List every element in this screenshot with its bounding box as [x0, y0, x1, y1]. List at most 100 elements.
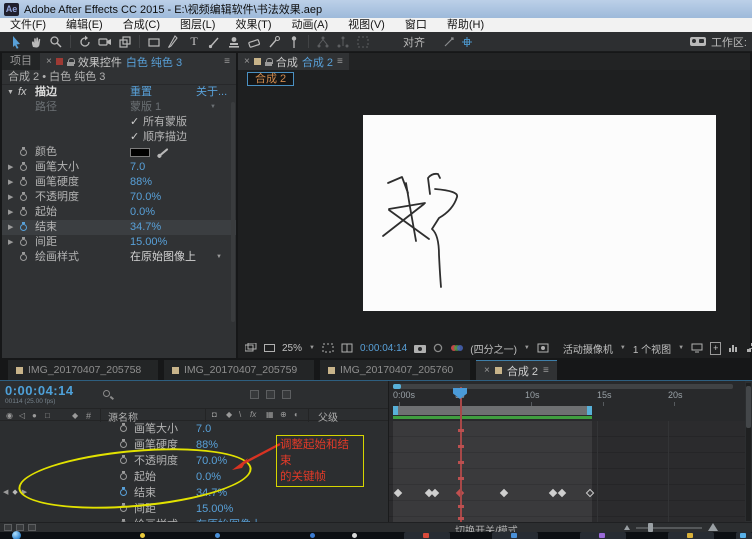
timeline-h-scrollbar[interactable] [393, 384, 733, 389]
snap-icons[interactable] [443, 36, 473, 48]
row-value[interactable]: 70.0% [196, 453, 227, 469]
property-value[interactable]: 7.0 [130, 160, 145, 175]
close-icon[interactable]: × [244, 56, 250, 67]
tab-project[interactable]: 项目 [2, 53, 40, 70]
property-value[interactable]: 0.0% [130, 205, 155, 220]
stopwatch-icon[interactable] [120, 439, 127, 448]
about-link[interactable]: 关于... [196, 85, 227, 100]
dropdown-arrow-icon[interactable]: ▼ [210, 100, 216, 115]
motion-blur-icon[interactable]: ▦ [266, 410, 274, 419]
dropdown-arrow-icon[interactable]: ▼ [678, 345, 684, 351]
quality-icon[interactable]: ◆ [226, 410, 232, 419]
lock-column-icon[interactable]: □ [45, 411, 50, 420]
stopwatch-icon[interactable] [120, 455, 127, 464]
tab-effect-controls[interactable]: × 效果控件 白色 纯色 3 ≡ [40, 53, 236, 70]
property-value[interactable]: 15.00% [130, 235, 167, 250]
stopwatch-icon[interactable] [20, 207, 27, 216]
property-row-start[interactable]: ▶ 起始 0.0% [2, 205, 236, 220]
fast-preview-icon[interactable] [537, 343, 549, 353]
expand-layer-switches-icon[interactable] [4, 524, 12, 531]
menu-layer[interactable]: 图层(L) [170, 18, 225, 32]
expand-in-out-icon[interactable] [28, 524, 36, 531]
histogram-icon[interactable] [728, 343, 740, 353]
property-row-all-masks[interactable]: ✓ 所有蒙版 [2, 115, 236, 130]
property-row-path[interactable]: 路径 蒙版 1 ▼ [2, 100, 236, 115]
taskbar-icon[interactable] [215, 533, 220, 538]
selection-tool-icon[interactable] [6, 34, 26, 50]
checkbox-checked-icon[interactable]: ✓ [130, 115, 139, 130]
zoom-in-mountain-icon[interactable] [708, 523, 718, 531]
reset-link[interactable]: 重置 [130, 85, 152, 100]
taskbar-icon[interactable] [310, 533, 315, 538]
audio-icon[interactable]: ◁ [19, 411, 25, 420]
property-row-stroke-sequentially[interactable]: ✓ 顺序描边 [2, 130, 236, 145]
property-row-spacing[interactable]: ▶ 间距 15.00% [2, 235, 236, 250]
stopwatch-icon[interactable] [20, 192, 27, 201]
property-value[interactable]: 34.7% [130, 220, 161, 235]
expand-arrow-icon[interactable]: ▶ [8, 190, 13, 205]
panel-menu-icon[interactable]: ≡ [224, 56, 230, 67]
search-icon[interactable] [103, 390, 110, 397]
taskbar-button[interactable] [580, 532, 626, 539]
keyframe-navigator[interactable]: ◀ ◆ ▶ [3, 485, 27, 501]
hand-tool-icon[interactable] [26, 34, 46, 50]
tab-footage-3[interactable]: IMG_20170407_205760 [320, 360, 470, 380]
property-row-brush-hardness[interactable]: ▶ 画笔硬度 88% [2, 175, 236, 190]
menu-animation[interactable]: 动画(A) [282, 18, 339, 32]
close-icon[interactable]: × [484, 365, 490, 376]
taskbar-button[interactable] [736, 532, 752, 539]
composition-mini-icon[interactable] [250, 390, 259, 399]
zoom-out-mountain-icon[interactable] [624, 525, 630, 530]
rotation-tool-icon[interactable] [75, 34, 95, 50]
collapse-arrow-icon[interactable]: ▼ [7, 85, 14, 100]
panel-scrollbar[interactable] [231, 102, 235, 322]
workspace-bar-icon[interactable] [689, 37, 706, 46]
property-value[interactable]: 70.0% [130, 190, 161, 205]
expand-arrow-icon[interactable]: ▶ [8, 220, 13, 235]
expand-arrow-icon[interactable]: ▶ [8, 160, 13, 175]
graph-editor-icon[interactable] [282, 390, 291, 399]
flowchart-icon[interactable] [747, 343, 752, 353]
color-swatch[interactable] [130, 148, 150, 157]
prev-keyframe-icon[interactable]: ◀ [3, 485, 8, 501]
resolution-select[interactable]: (四分之一) [470, 341, 517, 356]
pixel-aspect-icon[interactable] [691, 343, 703, 353]
brush-tool-icon[interactable] [204, 34, 224, 50]
property-row-paint-style[interactable]: 绘画样式 在原始图像上 ▼ [2, 250, 236, 265]
tab-comp-2-active[interactable]: × 合成 2 ≡ [476, 360, 557, 380]
pen-tool-icon[interactable] [164, 34, 184, 50]
camera-view-select[interactable]: 活动摄像机 [563, 341, 613, 356]
stopwatch-icon[interactable] [20, 147, 27, 156]
shy-icon[interactable]: ◘ [212, 410, 217, 419]
panel-menu-icon[interactable]: ≡ [337, 56, 343, 67]
menu-view[interactable]: 视图(V) [338, 18, 395, 32]
roi-icon[interactable] [322, 343, 334, 353]
add-keyframe-icon[interactable]: ◆ [12, 485, 17, 501]
timeline-row-end[interactable]: ◀ ◆ ▶ 结束 34.7% [0, 485, 388, 501]
property-value-dropdown[interactable]: 在原始图像上 [130, 250, 196, 265]
eraser-tool-icon[interactable] [244, 34, 264, 50]
solo-icon[interactable]: ● [32, 411, 37, 420]
comp-flowchart-button[interactable]: + [710, 341, 722, 355]
stopwatch-active-icon[interactable] [20, 222, 27, 231]
stopwatch-icon[interactable] [20, 237, 27, 246]
stopwatch-active-icon[interactable] [120, 487, 127, 496]
stopwatch-icon[interactable] [120, 503, 127, 512]
timeline-zoom-slider[interactable] [636, 527, 702, 529]
stopwatch-icon[interactable] [120, 423, 127, 432]
property-row-end[interactable]: ▶ 结束 34.7% [2, 220, 236, 235]
dropdown-arrow-icon[interactable]: ▼ [309, 345, 315, 351]
footer-icons[interactable] [4, 524, 36, 531]
next-keyframe-icon[interactable]: ▶ [22, 485, 27, 501]
checkbox-checked-icon[interactable]: ✓ [130, 130, 139, 145]
dropdown-arrow-icon[interactable]: ▼ [620, 345, 626, 351]
row-value[interactable]: 88% [196, 437, 218, 453]
adjustment-icon[interactable]: ⊕ [280, 410, 287, 419]
camera-tool-icon[interactable] [95, 34, 115, 50]
taskbar-button[interactable] [404, 532, 450, 539]
eye-icon[interactable]: ◉ [6, 411, 13, 420]
menu-file[interactable]: 文件(F) [0, 18, 56, 32]
show-snapshot-icon[interactable] [433, 343, 443, 353]
timeline-zoom-thumb[interactable] [648, 523, 653, 532]
effect-switch-icon[interactable]: \ [239, 410, 241, 419]
